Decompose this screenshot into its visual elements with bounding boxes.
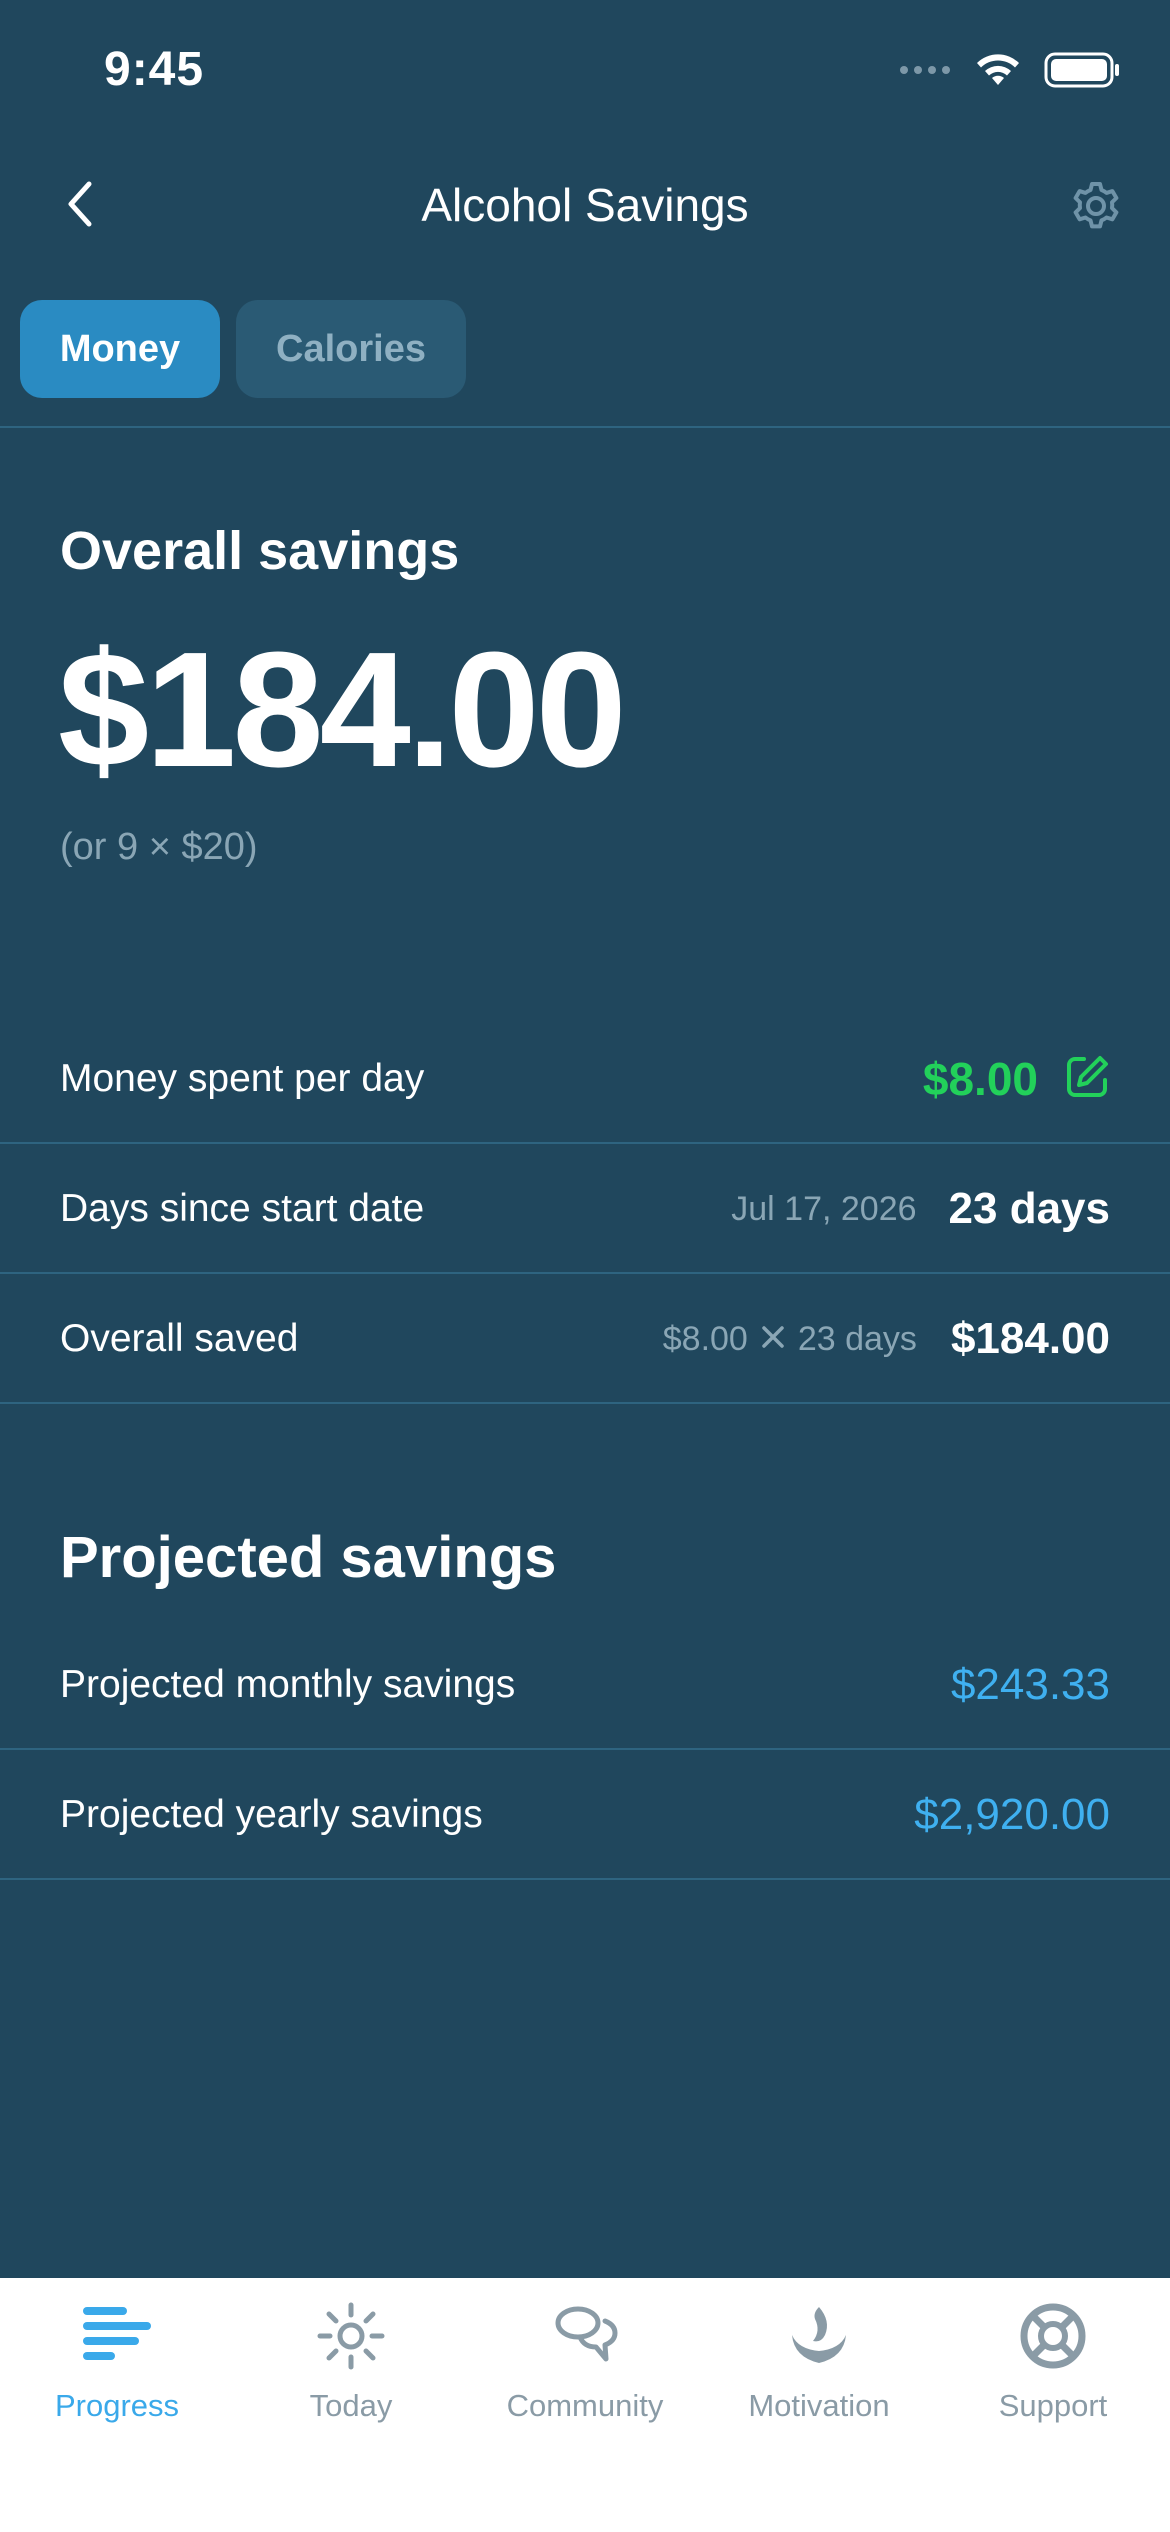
navigation-bar: Alcohol Savings <box>0 150 1170 260</box>
projected-yearly-row: Projected yearly savings $2,920.00 <box>0 1752 1170 1880</box>
money-per-day-value-group: $8.00 <box>923 1052 1110 1106</box>
start-date: Jul 17, 2026 <box>731 1189 917 1228</box>
settings-button[interactable] <box>1070 180 1122 232</box>
days-since-start-value: 23 days <box>948 1184 1110 1233</box>
calc-rate: $8.00 <box>662 1319 748 1358</box>
overall-savings-equivalent: (or 9 × $20) <box>60 826 258 868</box>
projected-monthly-label: Projected monthly savings <box>60 1663 516 1706</box>
overall-saved-row: Overall saved $8.00 23 days $184.00 <box>0 1276 1170 1404</box>
chat-bubbles-icon <box>547 2298 623 2374</box>
overall-saved-value: $184.00 <box>950 1314 1110 1363</box>
tab-community[interactable]: Community <box>468 2298 702 2424</box>
gear-icon <box>1070 182 1122 236</box>
tab-support[interactable]: Support <box>936 2298 1170 2424</box>
cellular-signal-icon <box>898 62 952 83</box>
status-time: 9:45 <box>104 43 205 96</box>
bottom-tab-bar: Progress Today Community Motivation Supp… <box>0 2278 1170 2532</box>
days-since-start-value-group: Jul 17, 2026 23 days <box>731 1184 1110 1234</box>
lifebuoy-icon <box>1015 2298 1091 2374</box>
calc-days: 23 days <box>797 1319 917 1358</box>
money-per-day-value: $8.00 <box>922 1053 1038 1105</box>
overall-savings-amount: $184.00 <box>58 618 627 801</box>
battery-icon <box>1044 52 1120 93</box>
progress-bars-icon <box>79 2298 155 2374</box>
tab-motivation[interactable]: Motivation <box>702 2298 936 2424</box>
tab-today[interactable]: Today <box>234 2298 468 2424</box>
projected-monthly-row: Projected monthly savings $243.33 <box>0 1622 1170 1750</box>
tab-progress-label: Progress <box>54 2388 180 2423</box>
tab-motivation-label: Motivation <box>748 2388 890 2423</box>
days-since-start-row: Days since start date Jul 17, 2026 23 da… <box>0 1146 1170 1274</box>
tab-progress[interactable]: Progress <box>0 2298 234 2424</box>
overall-saved-label: Overall saved <box>60 1317 299 1360</box>
flame-hands-icon <box>781 2298 857 2374</box>
sun-icon <box>313 2298 389 2374</box>
edit-icon[interactable] <box>1064 1054 1110 1105</box>
status-bar: 9:45 <box>0 0 1170 140</box>
overall-saved-value-group: $8.00 23 days $184.00 <box>663 1314 1110 1364</box>
projected-monthly-value-group: $243.33 <box>951 1660 1110 1710</box>
multiply-icon <box>760 1320 786 1359</box>
projected-yearly-label: Projected yearly savings <box>60 1793 483 1836</box>
money-per-day-row[interactable]: Money spent per day $8.00 <box>0 1016 1170 1144</box>
tab-money[interactable]: Money <box>20 300 220 398</box>
tab-community-label: Community <box>506 2388 664 2423</box>
status-icons <box>898 52 1120 93</box>
wifi-icon <box>974 52 1022 93</box>
tab-support-label: Support <box>998 2388 1108 2423</box>
overall-saved-calculation: $8.00 23 days <box>663 1320 917 1359</box>
divider <box>0 426 1170 428</box>
days-since-start-label: Days since start date <box>60 1187 425 1230</box>
projected-savings-heading: Projected savings <box>60 1525 557 1590</box>
money-per-day-label: Money spent per day <box>60 1057 425 1100</box>
projected-yearly-value: $2,920.00 <box>914 1790 1110 1839</box>
segment-tabs: Money Calories <box>20 300 466 398</box>
overall-savings-heading: Overall savings <box>60 521 460 581</box>
projected-yearly-value-group: $2,920.00 <box>914 1790 1110 1840</box>
projected-monthly-value: $243.33 <box>950 1660 1110 1709</box>
page-title: Alcohol Savings <box>421 179 749 231</box>
tab-today-label: Today <box>309 2388 393 2423</box>
tab-calories[interactable]: Calories <box>236 300 466 398</box>
